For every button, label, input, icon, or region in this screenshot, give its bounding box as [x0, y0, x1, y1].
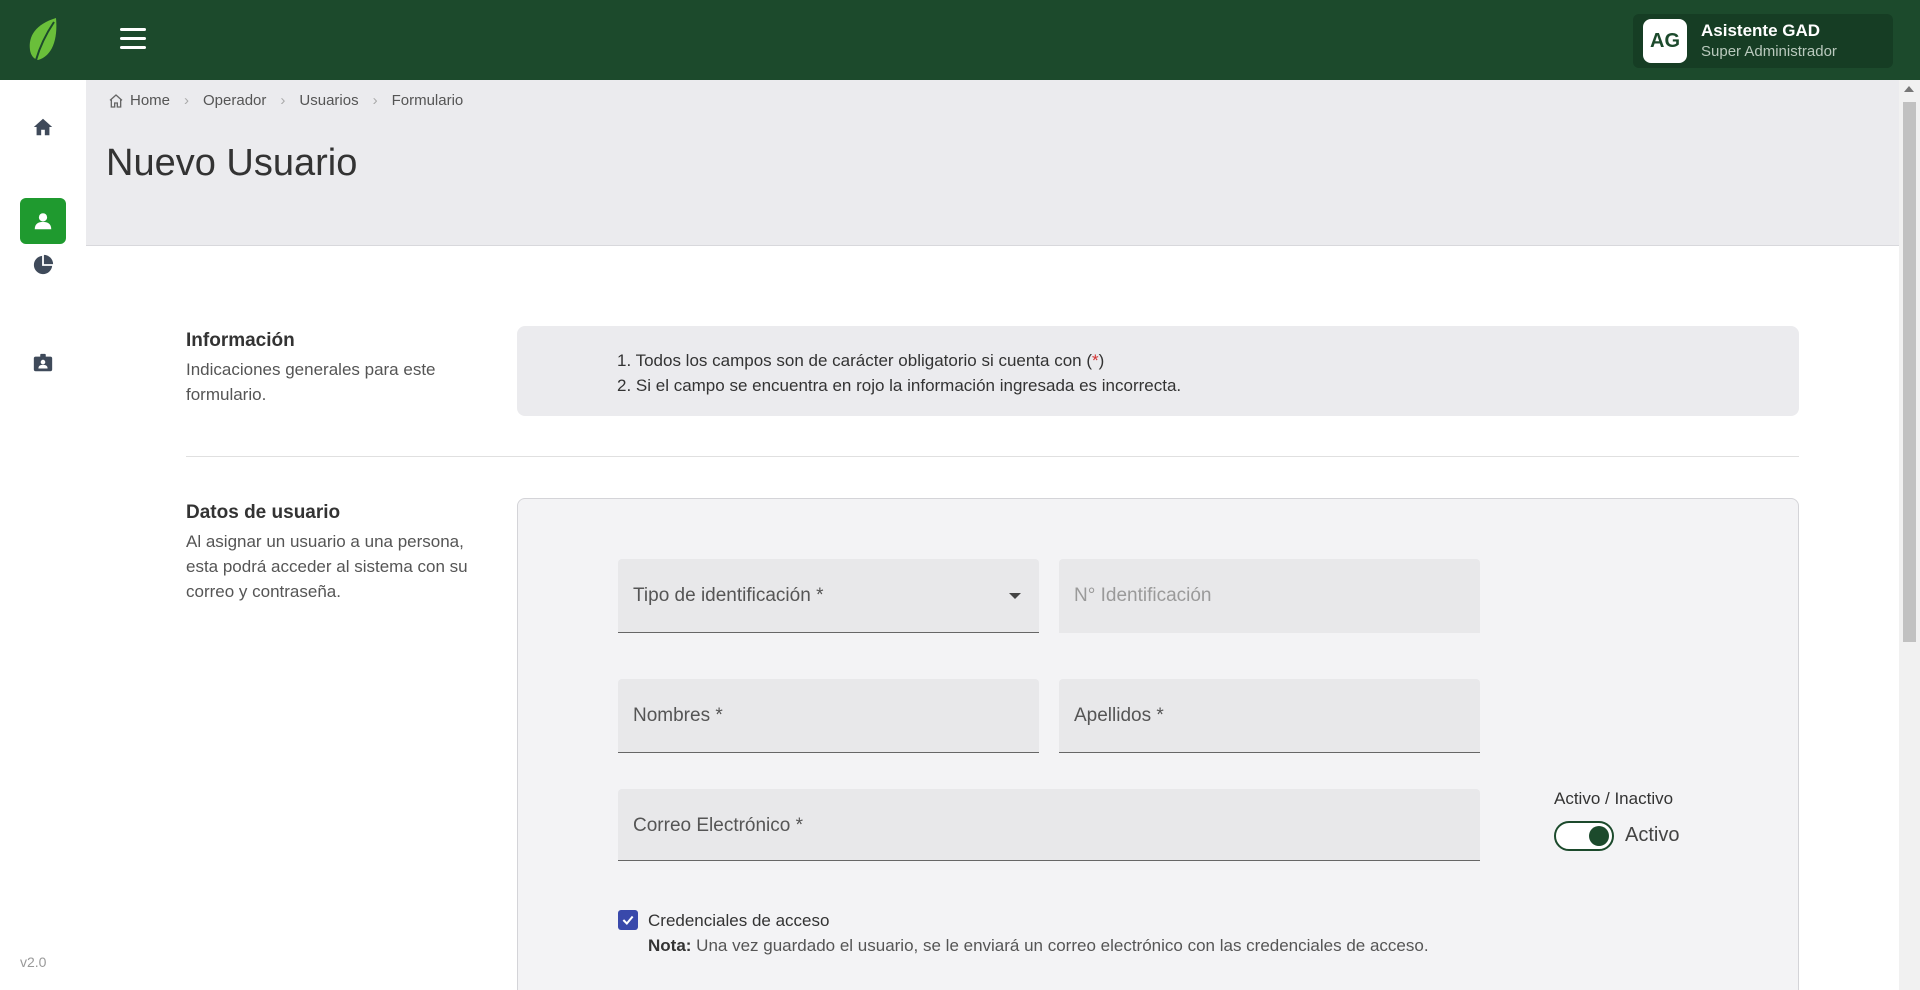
status-label: Activo / Inactivo — [1554, 789, 1674, 808]
id-type-select[interactable]: Tipo de identificación * — [618, 559, 1039, 633]
status-toggle[interactable] — [1554, 821, 1614, 851]
home-outline-icon — [109, 93, 123, 108]
email-field[interactable]: Correo Electrónico * — [618, 789, 1480, 861]
first-names-field[interactable]: Nombres * — [618, 679, 1039, 753]
id-number-field[interactable]: N° Identificación — [1059, 559, 1480, 633]
sidebar-item-home[interactable] — [20, 104, 66, 150]
top-bar: AG Asistente GAD Super Administrador — [0, 0, 1920, 80]
pie-chart-icon — [33, 254, 54, 275]
user-name: Asistente GAD — [1701, 21, 1821, 40]
breadcrumb-home[interactable]: Home — [130, 92, 170, 109]
chevron-right-icon: › — [372, 92, 378, 109]
app-version: v2.0 — [20, 954, 47, 970]
info-line-2: 2. Si el campo se encuentra en rojo la i… — [617, 376, 1182, 395]
breadcrumb-formulario: Formulario — [391, 92, 464, 109]
leaf-logo-icon[interactable] — [26, 16, 60, 62]
sidebar: v2.0 — [0, 80, 86, 990]
user-role: Super Administrador — [1701, 43, 1837, 60]
user-form-card: Tipo de identificación * N° Identificaci… — [517, 498, 1799, 990]
info-section-description: Indicaciones generales para este formula… — [186, 360, 436, 404]
id-number-placeholder: N° Identificación — [1074, 585, 1212, 606]
credentials-checkbox[interactable] — [618, 910, 638, 930]
chevron-right-icon: › — [280, 92, 286, 109]
breadcrumb: Home › Operador › Usuarios › Formulario — [108, 92, 463, 109]
id-type-label: Tipo de identificación * — [633, 585, 824, 606]
email-label: Correo Electrónico * — [633, 815, 804, 836]
credentials-note: Nota: Una vez guardado el usuario, se le… — [648, 936, 1429, 955]
user-section-description: Al asignar un usuario a una persona, est… — [186, 532, 468, 601]
sidebar-item-users[interactable] — [20, 198, 66, 244]
section-divider — [186, 456, 1799, 457]
info-section-title: Información — [186, 330, 295, 351]
user-icon — [34, 213, 52, 230]
main-content: Home › Operador › Usuarios › Formulario … — [86, 80, 1899, 990]
toggle-knob — [1589, 826, 1609, 846]
page-scrollbar[interactable] — [1899, 80, 1920, 990]
id-badge-icon — [33, 353, 53, 372]
chevron-right-icon: › — [184, 92, 190, 109]
dropdown-arrow-icon — [1009, 593, 1021, 599]
sidebar-item-reports[interactable] — [20, 242, 66, 288]
status-value: Activo — [1625, 824, 1680, 846]
page-header: Home › Operador › Usuarios › Formulario … — [86, 80, 1899, 246]
check-icon — [622, 915, 634, 926]
credentials-label: Credenciales de acceso — [648, 911, 830, 930]
user-profile-button[interactable]: AG Asistente GAD Super Administrador — [1633, 14, 1893, 68]
scroll-thumb[interactable] — [1903, 102, 1916, 642]
breadcrumb-operador[interactable]: Operador — [203, 92, 266, 109]
user-section-title: Datos de usuario — [186, 502, 341, 523]
info-line-1: 1. Todos los campos son de carácter obli… — [617, 351, 1105, 370]
info-box: 1. Todos los campos son de carácter obli… — [517, 326, 1799, 416]
avatar: AG — [1643, 19, 1687, 63]
scroll-up-icon[interactable] — [1904, 86, 1914, 92]
first-names-label: Nombres * — [633, 705, 723, 726]
menu-toggle-icon[interactable] — [120, 28, 146, 50]
home-icon — [33, 118, 53, 136]
sidebar-item-badges[interactable] — [20, 340, 66, 386]
last-names-label: Apellidos * — [1074, 705, 1164, 726]
page-title: Nuevo Usuario — [106, 142, 358, 184]
breadcrumb-usuarios[interactable]: Usuarios — [299, 92, 358, 109]
last-names-field[interactable]: Apellidos * — [1059, 679, 1480, 753]
